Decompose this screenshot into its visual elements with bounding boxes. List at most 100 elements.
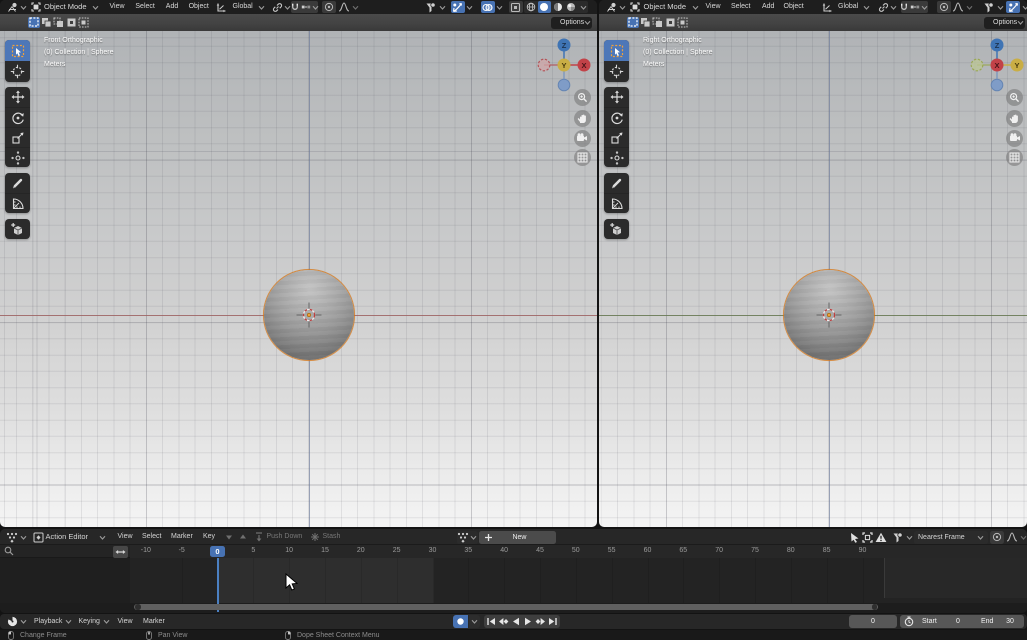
toggle-xray-button[interactable] [509,1,523,13]
gizmo-dropdown-button[interactable] [466,0,473,14]
tool-annotate-button[interactable] [5,173,30,193]
select-mode-new-button[interactable] [627,17,639,29]
tool-cursor-button[interactable] [604,61,629,82]
overlays-dropdown-button[interactable] [496,0,503,14]
tool-annotate-button[interactable] [604,173,629,193]
dopesheet-mode-chevron[interactable] [99,529,106,545]
show-gizmo-toggle[interactable] [1006,1,1020,13]
menu-view[interactable]: View [706,0,721,14]
proportional-falloff-selector[interactable] [338,0,359,14]
play-reverse-button[interactable] [510,615,522,628]
dopesheet-mode-label[interactable]: Action Editor [46,529,89,545]
gizmo-dropdown-button[interactable] [1022,0,1027,14]
tool-add-cube-button[interactable] [5,219,30,239]
select-mode-intersect-button[interactable] [78,17,90,29]
menu-object[interactable]: Object [189,0,209,14]
dopesheet-falloff-selector[interactable] [1006,529,1027,545]
select-mode-invert-button[interactable] [66,17,78,29]
dopesheet-mode-selector[interactable] [33,529,44,545]
show-overlays-toggle[interactable] [481,1,495,13]
tool-options-button[interactable]: Options [551,17,592,29]
tool-move-button[interactable] [604,87,629,107]
jump-to-start-button[interactable] [485,615,497,628]
push-down-label[interactable]: Push Down [267,529,303,545]
auto-keying-dropdown-button[interactable] [469,615,480,628]
shading-solid-button[interactable] [538,1,552,13]
play-button[interactable] [522,615,534,628]
menu-view[interactable]: View [118,614,133,629]
tool-add-cube-button[interactable] [604,219,629,239]
dopesheet-proportional-toggle[interactable] [990,531,1004,544]
transform-orientation-selector[interactable] [822,0,833,14]
scrollbar-left-knob[interactable] [135,604,141,610]
tool-transform-button[interactable] [604,147,629,167]
move-channel-up-button[interactable] [239,529,247,545]
stash-label[interactable]: Stash [323,529,341,545]
proportional-falloff-selector[interactable] [952,0,973,14]
tool-cursor-button[interactable] [5,61,30,82]
navigation-gizmo[interactable]: Z Y X [969,37,1025,93]
camera-view-button[interactable] [1006,130,1023,147]
object-type-visibility-button[interactable] [425,0,446,14]
navigation-gizmo[interactable]: Z X Y [536,37,592,93]
menu-marker[interactable]: Marker [143,614,165,629]
proportional-editing-toggle[interactable] [937,1,951,13]
object-mode-label[interactable]: Object Mode [644,0,687,14]
snapping-controls[interactable] [291,1,318,13]
viewport-canvas[interactable]: Right Orthographic(0) Collection | Spher… [599,31,1027,527]
orientation-dropdown-chevron[interactable] [258,0,265,14]
perspective-ortho-button[interactable] [574,149,591,166]
mode-dropdown-chevron[interactable] [92,0,99,14]
keying-chevron[interactable] [103,614,110,629]
orientation-dropdown-chevron[interactable] [863,0,870,14]
tool-measure-button[interactable] [604,193,629,213]
shading-material-button[interactable] [551,1,565,13]
dopesheet-ruler[interactable]: -10-551015202530354045505560657075808590… [130,545,1027,558]
action-browse-button[interactable] [457,531,478,544]
only-selected-channels-toggle[interactable] [849,529,860,545]
tool-scale-button[interactable] [5,127,30,147]
camera-view-button[interactable] [574,130,591,147]
pan-view-button[interactable] [1006,110,1023,127]
object-mode-label[interactable]: Object Mode [44,0,87,14]
object-type-visibility-button[interactable] [983,0,1004,14]
snap-pivot-button[interactable] [878,0,897,14]
menu-playback[interactable]: Playback [34,614,62,629]
shading-wireframe-button[interactable] [524,1,538,13]
current-frame-badge[interactable]: 0 [210,546,225,557]
view-frame-all-button[interactable] [113,546,128,558]
menu-view[interactable]: View [118,529,133,545]
select-mode-intersect-button[interactable] [677,17,689,29]
show-gizmo-toggle[interactable] [451,1,465,13]
dopesheet-main-region[interactable] [130,558,1027,603]
show-hidden-channels-toggle[interactable] [862,529,873,545]
stopwatch-icon[interactable] [904,616,914,627]
orientation-label[interactable]: Global [233,0,253,14]
select-mode-extend-button[interactable] [640,17,652,29]
select-mode-extend-button[interactable] [41,17,53,29]
snap-mode-selector[interactable]: Nearest Frame [914,531,988,544]
stash-button[interactable] [310,529,320,545]
current-frame-field[interactable]: 0 [849,615,897,628]
editor-type-button-3d-viewport[interactable] [606,0,626,14]
dopesheet-channels-region[interactable] [0,545,130,603]
previous-keyframe-button[interactable] [497,615,509,628]
mode-dropdown-chevron[interactable] [692,0,699,14]
menu-add[interactable]: Add [762,0,774,14]
select-mode-new-button[interactable] [28,17,40,29]
perspective-ortho-button[interactable] [1006,149,1023,166]
select-mode-subtract-button[interactable] [53,17,65,29]
tool-measure-button[interactable] [5,193,30,213]
tool-scale-button[interactable] [604,127,629,147]
object-mode-selector[interactable] [630,0,640,14]
dopesheet-horizontal-scrollbar[interactable] [134,604,878,611]
channel-search-field[interactable] [0,545,130,558]
snap-pivot-button[interactable] [272,0,291,14]
shading-dropdown-button[interactable] [578,1,588,13]
next-keyframe-button[interactable] [535,615,547,628]
menu-add[interactable]: Add [166,0,178,14]
tool-rotate-button[interactable] [5,107,30,127]
tool-move-button[interactable] [5,87,30,107]
snapping-controls[interactable] [901,1,928,13]
menu-view[interactable]: View [110,0,125,14]
